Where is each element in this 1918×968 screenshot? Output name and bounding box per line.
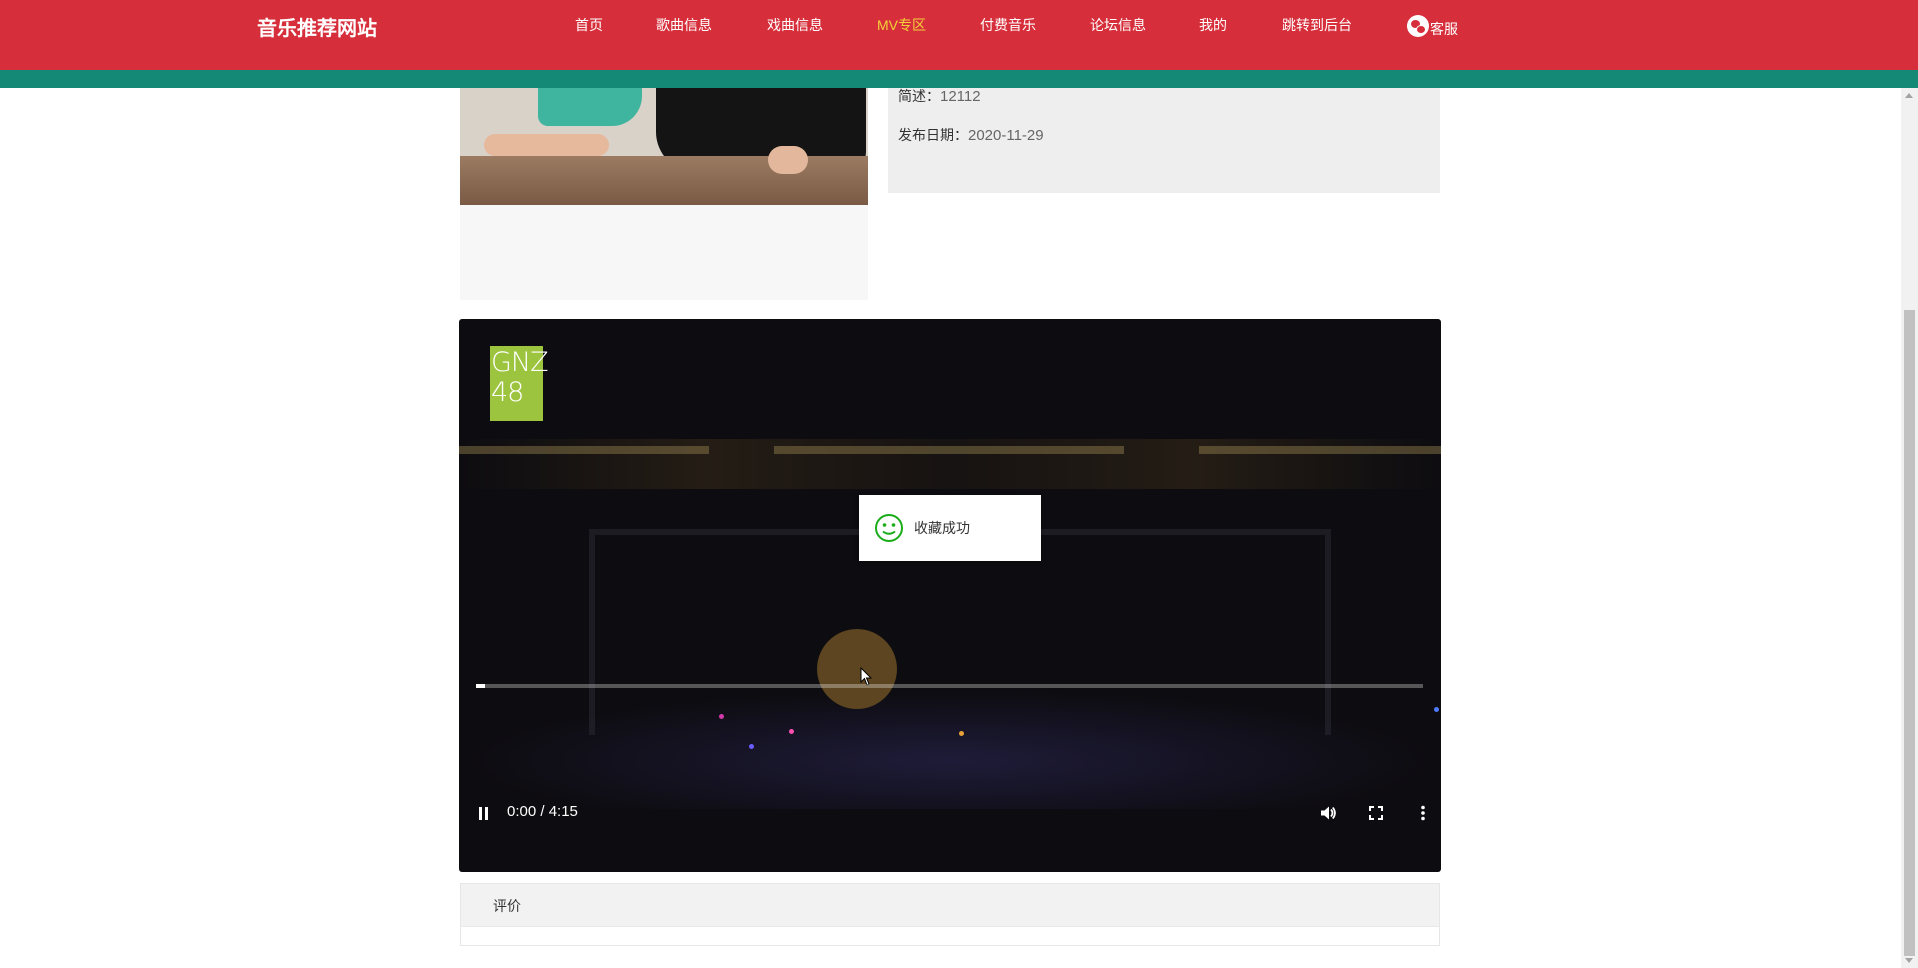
nav-mv[interactable]: MV专区 — [877, 15, 926, 35]
smile-icon — [875, 514, 903, 542]
nav-songs[interactable]: 歌曲信息 — [656, 15, 712, 35]
top-navbar: 音乐推荐网站 首页 歌曲信息 戏曲信息 MV专区 付费音乐 论坛信息 我的 跳转… — [0, 0, 1918, 70]
page-scrollbar[interactable] — [1901, 88, 1918, 968]
pause-icon[interactable] — [477, 807, 489, 820]
video-progress-fill — [476, 684, 486, 688]
nav-opera[interactable]: 戏曲信息 — [767, 15, 823, 35]
gnz48-logo: GNZ 48 — [490, 346, 549, 421]
toast-text: 收藏成功 — [914, 520, 970, 536]
mv-release-date: 发布日期：2020-11-29 — [898, 125, 1044, 145]
toast-message: 收藏成功 — [859, 495, 1041, 561]
more-options-icon[interactable] — [1413, 803, 1433, 823]
desc-value: 12112 — [940, 88, 981, 105]
fullscreen-icon[interactable] — [1366, 803, 1386, 823]
comments-header: 评价 — [461, 884, 1439, 927]
scroll-thumb[interactable] — [1904, 310, 1915, 956]
comments-section: 评价 — [460, 883, 1440, 946]
scroll-up-icon[interactable] — [1905, 93, 1913, 98]
video-controls: 0:00 / 4:15 — [459, 801, 1441, 872]
video-player[interactable]: GNZ 48 0:00 / 4:15 — [459, 319, 1441, 872]
video-progress-bar[interactable] — [476, 684, 1423, 688]
video-time: 0:00 / 4:15 — [507, 803, 578, 820]
date-value: 2020-11-29 — [968, 127, 1044, 144]
scroll-down-icon[interactable] — [1905, 958, 1913, 963]
nav-home[interactable]: 首页 — [575, 15, 603, 35]
customer-service-link[interactable]: 客服 — [1407, 13, 1458, 39]
nav-admin[interactable]: 跳转到后台 — [1282, 15, 1352, 35]
site-title[interactable]: 音乐推荐网站 — [257, 12, 377, 41]
wechat-icon — [1407, 15, 1429, 37]
nav-paid-music[interactable]: 付费音乐 — [980, 15, 1036, 35]
mv-description: 简述：12112 — [898, 86, 981, 106]
volume-icon[interactable] — [1318, 803, 1338, 823]
desc-label: 简述： — [898, 88, 940, 104]
nav-mine[interactable]: 我的 — [1199, 15, 1227, 35]
date-label: 发布日期： — [898, 127, 968, 143]
play-overlay-button[interactable] — [817, 629, 897, 709]
nav-forum[interactable]: 论坛信息 — [1090, 15, 1146, 35]
comments-title: 评价 — [493, 898, 521, 914]
customer-service-label: 客服 — [1430, 21, 1458, 37]
mv-cover-image — [460, 88, 868, 205]
page: 音乐推荐网站 首页 歌曲信息 戏曲信息 MV专区 付费音乐 论坛信息 我的 跳转… — [0, 0, 1918, 968]
